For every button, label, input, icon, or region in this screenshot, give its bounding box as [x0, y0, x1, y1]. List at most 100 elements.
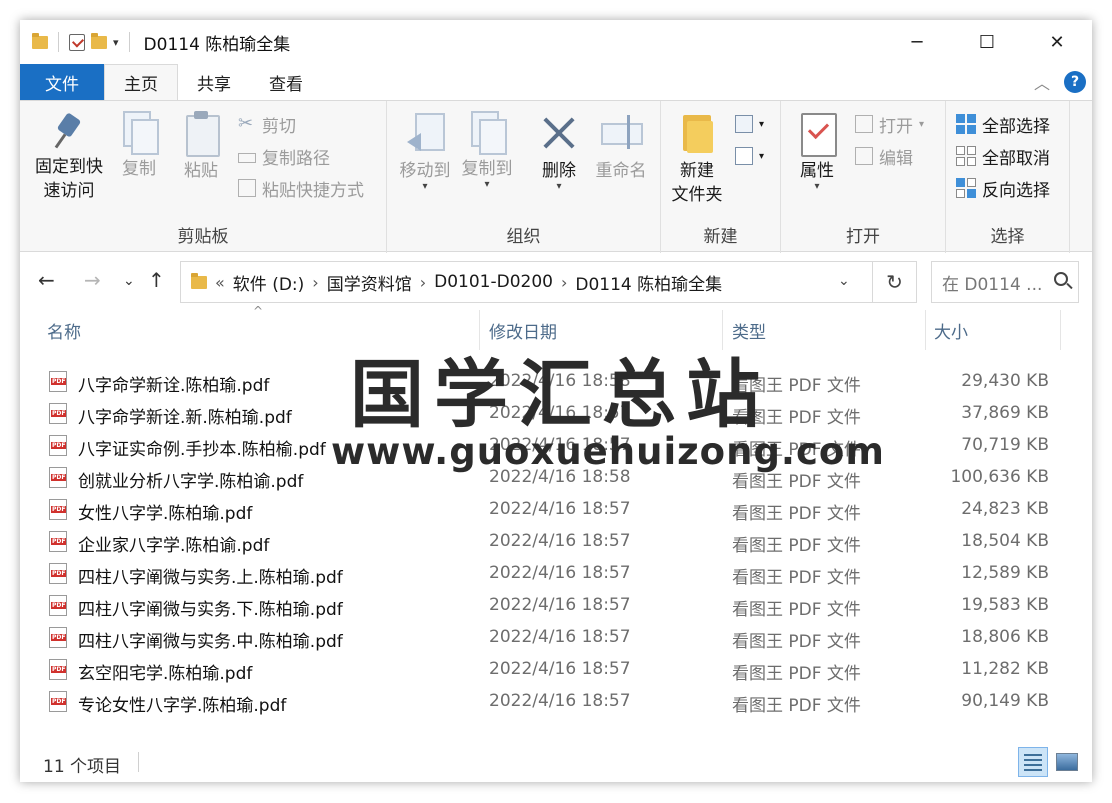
file-size: 19,583 KB — [961, 595, 1049, 615]
column-header-size[interactable]: 大小 — [934, 310, 968, 350]
minimize-button[interactable]: ─ — [882, 20, 952, 64]
chevron-right-icon[interactable]: › — [561, 273, 567, 292]
select-group-label: 选择 — [990, 227, 1025, 247]
chevron-down-icon: ▾ — [556, 181, 562, 192]
invert-selection-button[interactable]: 反向选择 — [956, 175, 1050, 201]
maximize-button[interactable]: ☐ — [952, 20, 1022, 64]
large-icons-view-button[interactable] — [1056, 753, 1078, 771]
breadcrumb-overflow[interactable]: « — [215, 273, 225, 292]
search-input[interactable]: 在 D0114 ... — [931, 261, 1079, 303]
recent-locations-dropdown[interactable]: ⌄ — [123, 273, 135, 289]
address-bar[interactable]: « 软件 (D:) › 国学资料馆 › D0101-D0200 › D0114 … — [180, 261, 873, 303]
file-size: 100,636 KB — [950, 467, 1049, 487]
file-size: 70,719 KB — [961, 435, 1049, 455]
new-folder-button[interactable]: 新建 文件夹 — [667, 111, 727, 207]
breadcrumb-folder-1[interactable]: 国学资料馆 — [327, 270, 412, 295]
chevron-right-icon[interactable]: › — [312, 273, 318, 292]
select-all-icon — [956, 114, 976, 134]
forward-button[interactable]: → — [84, 268, 101, 292]
up-button[interactable]: ↑ — [148, 268, 165, 292]
select-none-button[interactable]: 全部取消 — [956, 143, 1050, 169]
new-folder-label-line1: 新建 — [680, 161, 714, 181]
paste-shortcut-button[interactable]: 粘贴快捷方式 — [238, 175, 364, 201]
edit-button[interactable]: 编辑 — [855, 143, 913, 169]
cut-button[interactable]: ✂ 剪切 — [238, 111, 296, 137]
file-date: 2022/4/16 18:57 — [489, 659, 631, 679]
edit-label: 编辑 — [879, 148, 913, 169]
open-button[interactable]: 打开 ▾ — [855, 111, 924, 137]
toolbar-separator — [128, 32, 130, 52]
breadcrumb-current[interactable]: D0114 陈柏瑜全集 — [575, 270, 722, 295]
pdf-file-icon — [49, 435, 67, 456]
file-row[interactable]: 女性八字学.陈柏瑜.pdf 2022/4/16 18:57 看图王 PDF 文件 24… — [20, 494, 1092, 526]
refresh-icon: ↻ — [886, 270, 903, 294]
column-divider[interactable] — [1060, 310, 1061, 350]
properties-icon — [797, 111, 837, 157]
search-placeholder: 在 D0114 ... — [942, 274, 1043, 295]
file-name: 女性八字学.陈柏瑜.pdf — [78, 504, 253, 524]
copy-to-button[interactable]: 复制到 ▾ — [457, 111, 517, 190]
scissors-icon: ✂ — [238, 113, 254, 134]
breadcrumb-folder-2[interactable]: D0101-D0200 — [434, 272, 553, 292]
tab-home[interactable]: 主页 — [104, 64, 178, 100]
paste-button[interactable]: 粘贴 — [177, 111, 225, 183]
new-item-icon — [735, 115, 753, 133]
easy-access-button[interactable]: ▾ — [735, 143, 764, 169]
chevron-right-icon[interactable]: › — [420, 273, 426, 292]
move-to-button[interactable]: 移动到 ▾ — [395, 111, 455, 192]
toolbar-separator — [58, 32, 59, 52]
file-type: 看图王 PDF 文件 — [732, 600, 861, 620]
pin-quick-access-button[interactable]: 固定到快 速访问 — [30, 111, 108, 203]
collapse-ribbon-icon[interactable]: ︿ — [1034, 70, 1050, 94]
file-row[interactable]: 玄空阳宅学.陈柏瑜.pdf 2022/4/16 18:57 看图王 PDF 文件 11… — [20, 654, 1092, 686]
copy-button[interactable]: 复制 — [115, 111, 163, 181]
ribbon-tabs: 文件 主页 共享 查看 ︿ ? — [20, 64, 1092, 100]
column-header-name[interactable]: 名称 — [47, 310, 81, 350]
properties-icon[interactable] — [69, 33, 85, 51]
tab-view[interactable]: 查看 — [250, 64, 322, 100]
new-folder-icon[interactable] — [91, 32, 107, 49]
organize-group-label: 组织 — [506, 227, 541, 247]
quick-access-toolbar: ▾ — [20, 32, 134, 52]
folder-icon — [32, 32, 48, 49]
file-row[interactable]: 四柱八字阐微与实务.下.陈柏瑜.pdf 2022/4/16 18:57 看图王 PD… — [20, 590, 1092, 622]
tab-file[interactable]: 文件 — [20, 64, 104, 100]
back-button[interactable]: ← — [38, 268, 55, 292]
tab-share[interactable]: 共享 — [178, 64, 250, 100]
breadcrumb-drive[interactable]: 软件 (D:) — [233, 270, 305, 295]
file-date: 2022/4/16 18:57 — [489, 531, 631, 551]
file-name: 玄空阳宅学.陈柏瑜.pdf — [78, 664, 253, 684]
select-all-label: 全部选择 — [982, 116, 1050, 137]
customize-toolbar-dropdown[interactable]: ▾ — [113, 36, 119, 49]
rename-label: 重命名 — [595, 161, 647, 181]
file-date: 2022/4/16 18:57 — [489, 595, 631, 615]
file-size: 18,504 KB — [961, 531, 1049, 551]
file-row[interactable]: 四柱八字阐微与实务.中.陈柏瑜.pdf 2022/4/16 18:57 看图王 PD… — [20, 622, 1092, 654]
move-to-label: 移动到 — [399, 161, 451, 181]
help-icon[interactable]: ? — [1064, 71, 1086, 93]
file-row[interactable]: 四柱八字阐微与实务.上.陈柏瑜.pdf 2022/4/16 18:57 看图王 PD… — [20, 558, 1092, 590]
select-all-button[interactable]: 全部选择 — [956, 111, 1050, 137]
details-view-button[interactable] — [1018, 747, 1048, 777]
copy-path-button[interactable]: 复制路径 — [238, 143, 330, 169]
address-history-dropdown[interactable]: ⌄ — [838, 273, 850, 289]
file-row[interactable]: 专论女性八字学.陈柏瑜.pdf 2022/4/16 18:57 看图王 PDF 文件… — [20, 686, 1092, 718]
pdf-file-icon — [49, 659, 67, 680]
refresh-button[interactable]: ↻ — [873, 261, 917, 303]
status-separator — [138, 752, 139, 772]
column-divider[interactable] — [925, 310, 926, 350]
copy-to-label: 复制到 — [461, 159, 513, 179]
file-name: 八字证实命例.手抄本.陈柏榆.pdf — [78, 440, 326, 460]
rename-button[interactable]: 重命名 — [591, 111, 651, 183]
pdf-file-icon — [49, 595, 67, 616]
file-row[interactable]: 企业家八字学.陈柏谕.pdf 2022/4/16 18:57 看图王 PDF 文件 1… — [20, 526, 1092, 558]
file-name: 四柱八字阐微与实务.中.陈柏瑜.pdf — [78, 632, 343, 652]
item-count: 11 个项目 — [43, 757, 122, 777]
properties-button[interactable]: 属性 ▾ — [793, 111, 841, 192]
close-button[interactable]: ✕ — [1022, 20, 1092, 64]
clipboard-group: 固定到快 速访问 复制 粘贴 ✂ 剪切 复制路径 粘贴快捷方式 剪贴板 — [20, 101, 387, 253]
new-item-button[interactable]: ▾ — [735, 111, 764, 137]
delete-button[interactable]: 删除 ▾ — [539, 111, 579, 192]
pin-label-line1: 固定到快 — [35, 157, 103, 177]
window-title: D0114 陈柏瑜全集 — [143, 34, 291, 55]
